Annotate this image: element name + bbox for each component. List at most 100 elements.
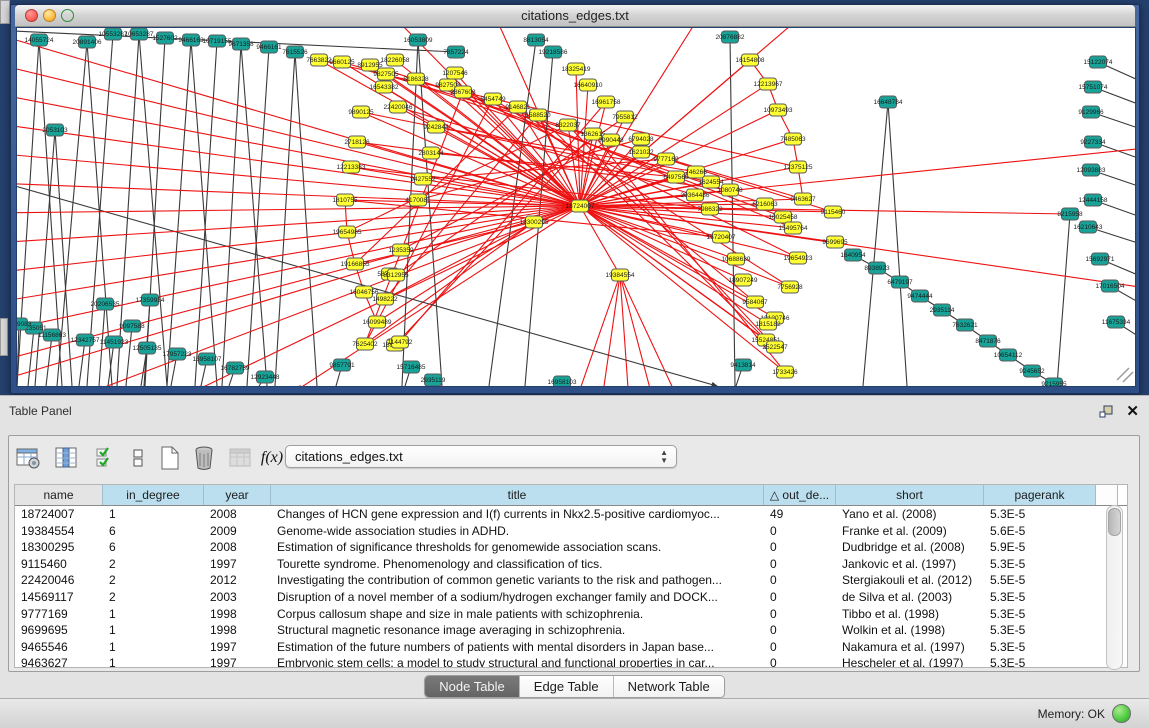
graph-node[interactable]: 1621022 xyxy=(628,146,654,158)
graph-node[interactable]: 9660125 xyxy=(329,56,355,68)
table-row[interactable]: 1456911722003Disruption of a novel membe… xyxy=(15,589,1127,606)
graph-node[interactable]: 8454749 xyxy=(480,93,506,105)
graph-node[interactable]: 7955812 xyxy=(612,111,638,123)
tab-network-table[interactable]: Network Table xyxy=(614,676,724,697)
graph-node[interactable]: 20876882 xyxy=(716,31,745,43)
graph-node[interactable]: 19654985 xyxy=(333,226,362,238)
graph-node[interactable]: 15716485 xyxy=(397,361,426,373)
graph-node[interactable]: 8813054 xyxy=(523,34,549,46)
graph-node[interactable]: 10553287 xyxy=(99,28,128,40)
graph-node[interactable]: 7756928 xyxy=(777,281,803,293)
table-row[interactable]: 1830029562008Estimation of significance … xyxy=(15,539,1127,556)
graph-node[interactable]: 16958103 xyxy=(548,376,577,386)
column-header-title[interactable]: title xyxy=(271,485,764,505)
graph-node[interactable]: 9227334 xyxy=(1080,136,1106,148)
graph-node[interactable]: 1144792 xyxy=(388,336,413,348)
graph-node[interactable]: 16782759 xyxy=(221,362,250,374)
graph-node[interactable]: 18226058 xyxy=(381,54,410,66)
graph-node[interactable]: 17957223 xyxy=(163,348,192,360)
close-panel-icon[interactable]: ✕ xyxy=(1126,402,1139,420)
column-header-name[interactable]: name xyxy=(15,485,103,505)
graph-node[interactable]: 9777169 xyxy=(653,153,679,165)
graph-node[interactable]: 16053809 xyxy=(404,34,433,46)
graph-node[interactable]: 2867608 xyxy=(450,86,476,98)
graph-node[interactable]: 15122074 xyxy=(1084,56,1113,68)
graph-node[interactable]: 19218586 xyxy=(539,46,568,58)
graph-node[interactable]: 8186328 xyxy=(403,73,429,85)
graph-node[interactable]: 19166855 xyxy=(341,258,370,270)
graph-node[interactable]: 9466161 xyxy=(256,41,282,53)
graph-node[interactable]: 9245652 xyxy=(1019,365,1045,377)
graph-node[interactable]: 12505135 xyxy=(133,342,162,354)
column-visibility-icon[interactable] xyxy=(53,444,79,471)
float-window-icon[interactable] xyxy=(1099,405,1115,419)
graph-node[interactable]: 1733426 xyxy=(772,366,798,378)
delete-trash-icon[interactable] xyxy=(191,444,217,471)
graph-node[interactable]: 20891406 xyxy=(73,36,102,48)
function-builder-icon[interactable]: f(x) xyxy=(259,444,285,471)
network-canvas[interactable]: 1405572420891406105532871065328715276029… xyxy=(16,27,1136,387)
graph-node[interactable]: 12444158 xyxy=(1079,194,1108,206)
graph-node[interactable]: 16099489 xyxy=(363,316,392,328)
table-row[interactable]: 2242004622012Investigating the contribut… xyxy=(15,572,1127,589)
graph-node[interactable]: 16648784 xyxy=(874,96,903,108)
graph-node[interactable]: 9671358 xyxy=(228,38,254,50)
graph-node[interactable]: 1207546 xyxy=(442,67,468,79)
table-row[interactable]: 946362711997Embryonic stem cells: a mode… xyxy=(15,655,1127,667)
graph-node[interactable]: 10653287 xyxy=(125,28,154,40)
graph-node[interactable]: 20364486 xyxy=(681,189,710,201)
row-selection-icon[interactable] xyxy=(125,444,151,471)
graph-node[interactable]: 9584067 xyxy=(742,296,768,308)
graph-node[interactable]: 6479197 xyxy=(887,276,913,288)
graph-node[interactable]: 6794028 xyxy=(628,133,654,145)
graph-node[interactable]: 2522547 xyxy=(762,341,788,353)
graph-node[interactable]: 7857224 xyxy=(443,46,469,58)
graph-node[interactable]: 19654923 xyxy=(784,252,813,264)
network-window-titlebar[interactable]: citations_edges.txt xyxy=(15,5,1135,27)
graph-node[interactable]: 11451923 xyxy=(100,336,129,348)
table-row[interactable]: 977716911998Corpus callosum shape and si… xyxy=(15,606,1127,623)
select-rows-check-icon[interactable] xyxy=(93,444,119,471)
graph-node[interactable]: 8471876 xyxy=(975,335,1001,347)
column-header-in_degree[interactable]: in_degree xyxy=(103,485,204,505)
graph-node[interactable]: 1624554 xyxy=(698,176,724,188)
table-vertical-scrollbar[interactable] xyxy=(1106,505,1123,670)
graph-node[interactable]: 18325419 xyxy=(562,63,591,75)
graph-node[interactable]: 1810755 xyxy=(332,194,358,206)
graph-node[interactable]: 7485063 xyxy=(780,133,806,145)
graph-node[interactable]: 1527602 xyxy=(152,32,178,44)
column-header-pagerank[interactable]: pagerank xyxy=(984,485,1096,505)
graph-node[interactable]: 16154808 xyxy=(736,54,765,66)
tab-edge-table[interactable]: Edge Table xyxy=(520,676,614,697)
graph-node[interactable]: 12093883 xyxy=(1077,164,1106,176)
graph-node[interactable]: 15692971 xyxy=(1086,253,1115,265)
column-header-year[interactable]: year xyxy=(204,485,271,505)
graph-node[interactable]: 20206535 xyxy=(91,298,120,310)
graph-node[interactable]: 16543382 xyxy=(370,81,399,93)
graph-node[interactable]: 12213967 xyxy=(754,78,783,90)
graph-node[interactable]: 15720407 xyxy=(707,231,736,243)
graph-node[interactable]: 8938923 xyxy=(864,262,890,274)
tab-node-table[interactable]: Node Table xyxy=(425,676,520,697)
graph-node[interactable]: 19384554 xyxy=(606,269,635,281)
table-row[interactable]: 946554611997Estimation of the future num… xyxy=(15,639,1127,656)
graph-node[interactable]: 10688639 xyxy=(722,253,751,265)
graph-node[interactable]: 9115460 xyxy=(821,206,846,218)
table-select-combo[interactable]: citations_edges.txt ▲▼ xyxy=(285,445,677,468)
network-window[interactable]: citations_edges.txt 14055724208914061055… xyxy=(10,4,1140,394)
graph-node[interactable]: 9857791 xyxy=(329,359,355,371)
graph-node[interactable]: 8215958 xyxy=(1057,208,1083,220)
graph-node[interactable]: 17359934 xyxy=(136,294,165,306)
graph-node[interactable]: 15751074 xyxy=(1079,81,1108,93)
table-row[interactable]: 1872400712008Changes of HCN gene express… xyxy=(15,506,1127,523)
graph-node[interactable]: 9990448 xyxy=(598,134,624,146)
graph-node[interactable]: 9474444 xyxy=(907,290,933,302)
column-header-short[interactable]: short xyxy=(836,485,984,505)
graph-node[interactable]: 12375125 xyxy=(784,161,813,173)
graph-node[interactable]: 11675334 xyxy=(1102,316,1131,328)
graph-node[interactable]: 9466163 xyxy=(178,34,204,46)
graph-node[interactable]: 16640910 xyxy=(574,79,603,91)
graph-node[interactable]: 9097588 xyxy=(119,320,145,332)
graph-node[interactable]: 9413814 xyxy=(730,359,756,371)
graph-node[interactable]: 2803144 xyxy=(418,147,444,159)
